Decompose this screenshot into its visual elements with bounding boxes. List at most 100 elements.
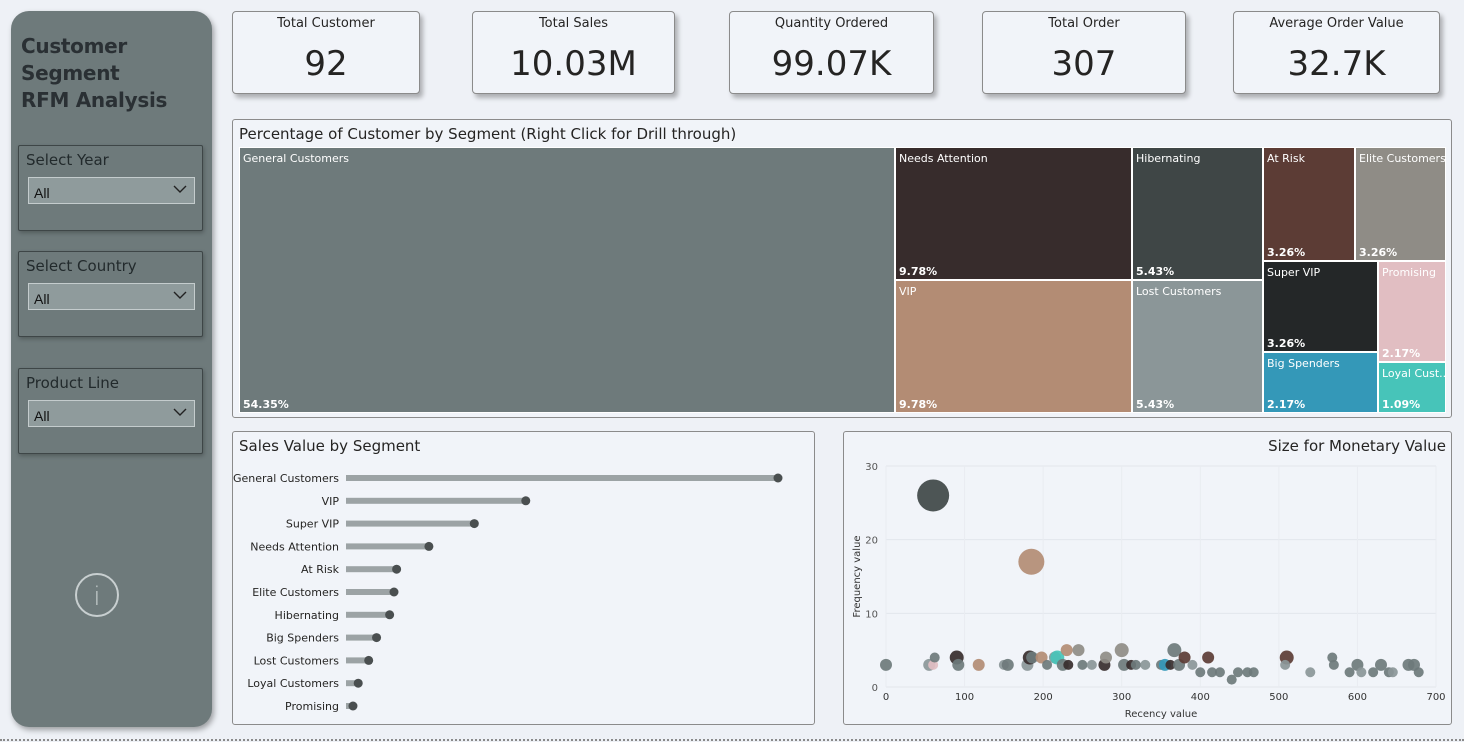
y-axis-label: Frequency value [852,535,863,617]
chevron-down-icon [173,185,187,193]
scatter-chart: 01020300 100 200 300 400 500 600 700Recency val… [852,462,1446,720]
product-line-dropdown[interactable]: All [28,400,195,427]
treemap-tile-label: General Customers [243,152,350,165]
sales-bar[interactable] [346,634,377,641]
treemap-tile-percent: 2.17% [1382,347,1421,360]
treemap-tile[interactable]: Needs Attention 9.78% [895,147,1132,280]
category-label: At Risk [301,563,340,576]
sales-bar-dot[interactable] [392,564,402,574]
sales-bar-dot[interactable] [424,541,434,551]
info-icon[interactable]: i [75,573,119,617]
sales-bar-dot[interactable] [353,678,363,688]
scatter-point[interactable] [1356,667,1367,678]
scatter-point[interactable] [1214,667,1225,678]
treemap-tile-label: Big Spenders [1267,357,1340,370]
sales-bar[interactable] [346,611,390,618]
treemap-tile[interactable]: At Risk 3.26% [1263,147,1355,261]
scatter-point[interactable] [1072,644,1085,657]
scatter-point[interactable] [1187,659,1198,670]
sales-bar[interactable] [346,520,475,527]
title-line-1: Customer Segment [21,34,127,85]
country-dropdown[interactable]: All [28,283,195,310]
category-label: Big Spenders [266,632,339,645]
treemap-tile[interactable]: Super VIP 3.26% [1263,261,1378,352]
treemap-panel: Percentage of Customer by Segment (Right… [232,119,1452,418]
year-dropdown[interactable]: All [28,177,195,204]
category-label: Needs Attention [250,540,339,553]
scatter-point[interactable] [1328,659,1339,670]
chevron-down-icon [173,408,187,416]
kpi-average-order-value: Average Order Value 32.7K [1233,11,1440,94]
scatter-point[interactable] [1060,644,1073,657]
treemap-tile-percent: 9.78% [899,265,938,278]
category-label: Super VIP [286,518,339,531]
country-dropdown-value: All [34,291,50,307]
y-tick-label: 10 [865,609,878,620]
scatter-point[interactable] [1130,659,1141,670]
scatter-point[interactable] [1280,659,1291,670]
scatter-point[interactable] [952,658,965,671]
sales-bar-dot[interactable] [469,519,479,529]
sales-bar-dot[interactable] [521,496,531,506]
sales-bar[interactable] [346,589,394,595]
treemap-tile[interactable]: Hibernating 5.43% [1132,147,1263,280]
x-axis-label: Recency value [1125,709,1198,720]
sales-bar[interactable] [346,566,397,573]
scatter-point[interactable] [1077,659,1088,670]
scatter-point[interactable] [1233,667,1243,678]
scatter-point[interactable] [880,658,892,671]
kpi-total-customer: Total Customer 92 [232,11,420,94]
treemap: General Customers 54.35% Needs Attention 9.… [239,147,1446,413]
x-tick-label: 200 [1034,692,1053,703]
category-label: General Customers [233,472,339,485]
scatter-point[interactable] [972,658,985,671]
sales-bar-dot[interactable] [389,587,399,597]
sales-bar[interactable] [346,497,526,504]
scatter-point[interactable] [1001,658,1014,671]
year-dropdown-value: All [34,185,50,201]
treemap-tile[interactable]: VIP 9.78% [895,280,1132,413]
sales-bar-dot[interactable] [364,655,374,665]
year-slicer: Select Year All [18,145,203,231]
kpi-value: 32.7K [1287,44,1386,84]
sidebar: Customer Segment RFM Analysis Select Yea… [11,11,212,727]
treemap-tile-percent: 5.43% [1136,398,1175,411]
sales-bar-dot[interactable] [348,701,358,711]
treemap-tile[interactable]: Elite Customers 3.26% [1355,147,1446,261]
sales-bar[interactable] [346,475,778,481]
scatter-point[interactable] [1413,667,1424,678]
scatter-point[interactable] [1248,667,1259,678]
title-line-2: RFM Analysis [21,88,168,112]
page-bottom-border [0,739,1464,741]
scatter-point[interactable] [1114,643,1129,658]
sales-bar-dot[interactable] [385,610,395,620]
treemap-tile[interactable]: Loyal Cust... 1.09% [1378,362,1446,413]
scatter-point[interactable] [1140,659,1151,670]
sales-bar-dot[interactable] [372,633,382,643]
scatter-point[interactable] [1100,651,1112,664]
treemap-tile[interactable]: Big Spenders 2.17% [1263,352,1378,413]
treemap-tile-percent: 5.43% [1136,265,1175,278]
scatter-point[interactable] [1086,659,1097,670]
treemap-tile[interactable]: General Customers 54.35% [239,147,895,413]
category-label: Elite Customers [252,586,339,599]
scatter-point[interactable] [1018,548,1045,575]
scatter-point[interactable] [1202,651,1215,664]
sales-bar-dot[interactable] [773,473,783,483]
scatter-point[interactable] [1195,667,1206,678]
treemap-tile-label: Promising [1382,266,1436,279]
scatter-point[interactable] [1063,659,1074,670]
scatter-point[interactable] [1387,667,1398,678]
kpi-total-order: Total Order 307 [982,11,1186,94]
scatter-point[interactable] [1305,667,1316,678]
kpi-value: 99.07K [771,44,892,84]
sales-bar[interactable] [346,543,429,550]
kpi-label: Quantity Ordered [774,16,889,31]
treemap-tile[interactable]: Lost Customers 5.43% [1132,280,1263,413]
treemap-tile[interactable]: Promising 2.17% [1378,261,1446,362]
scatter-point[interactable] [929,652,940,663]
x-tick-label: 300 [1112,692,1131,703]
sidebar-title: Customer Segment RFM Analysis [21,33,206,114]
scatter-point[interactable] [917,479,950,512]
sales-panel: Sales Value by Segment General Customers… [232,431,815,725]
